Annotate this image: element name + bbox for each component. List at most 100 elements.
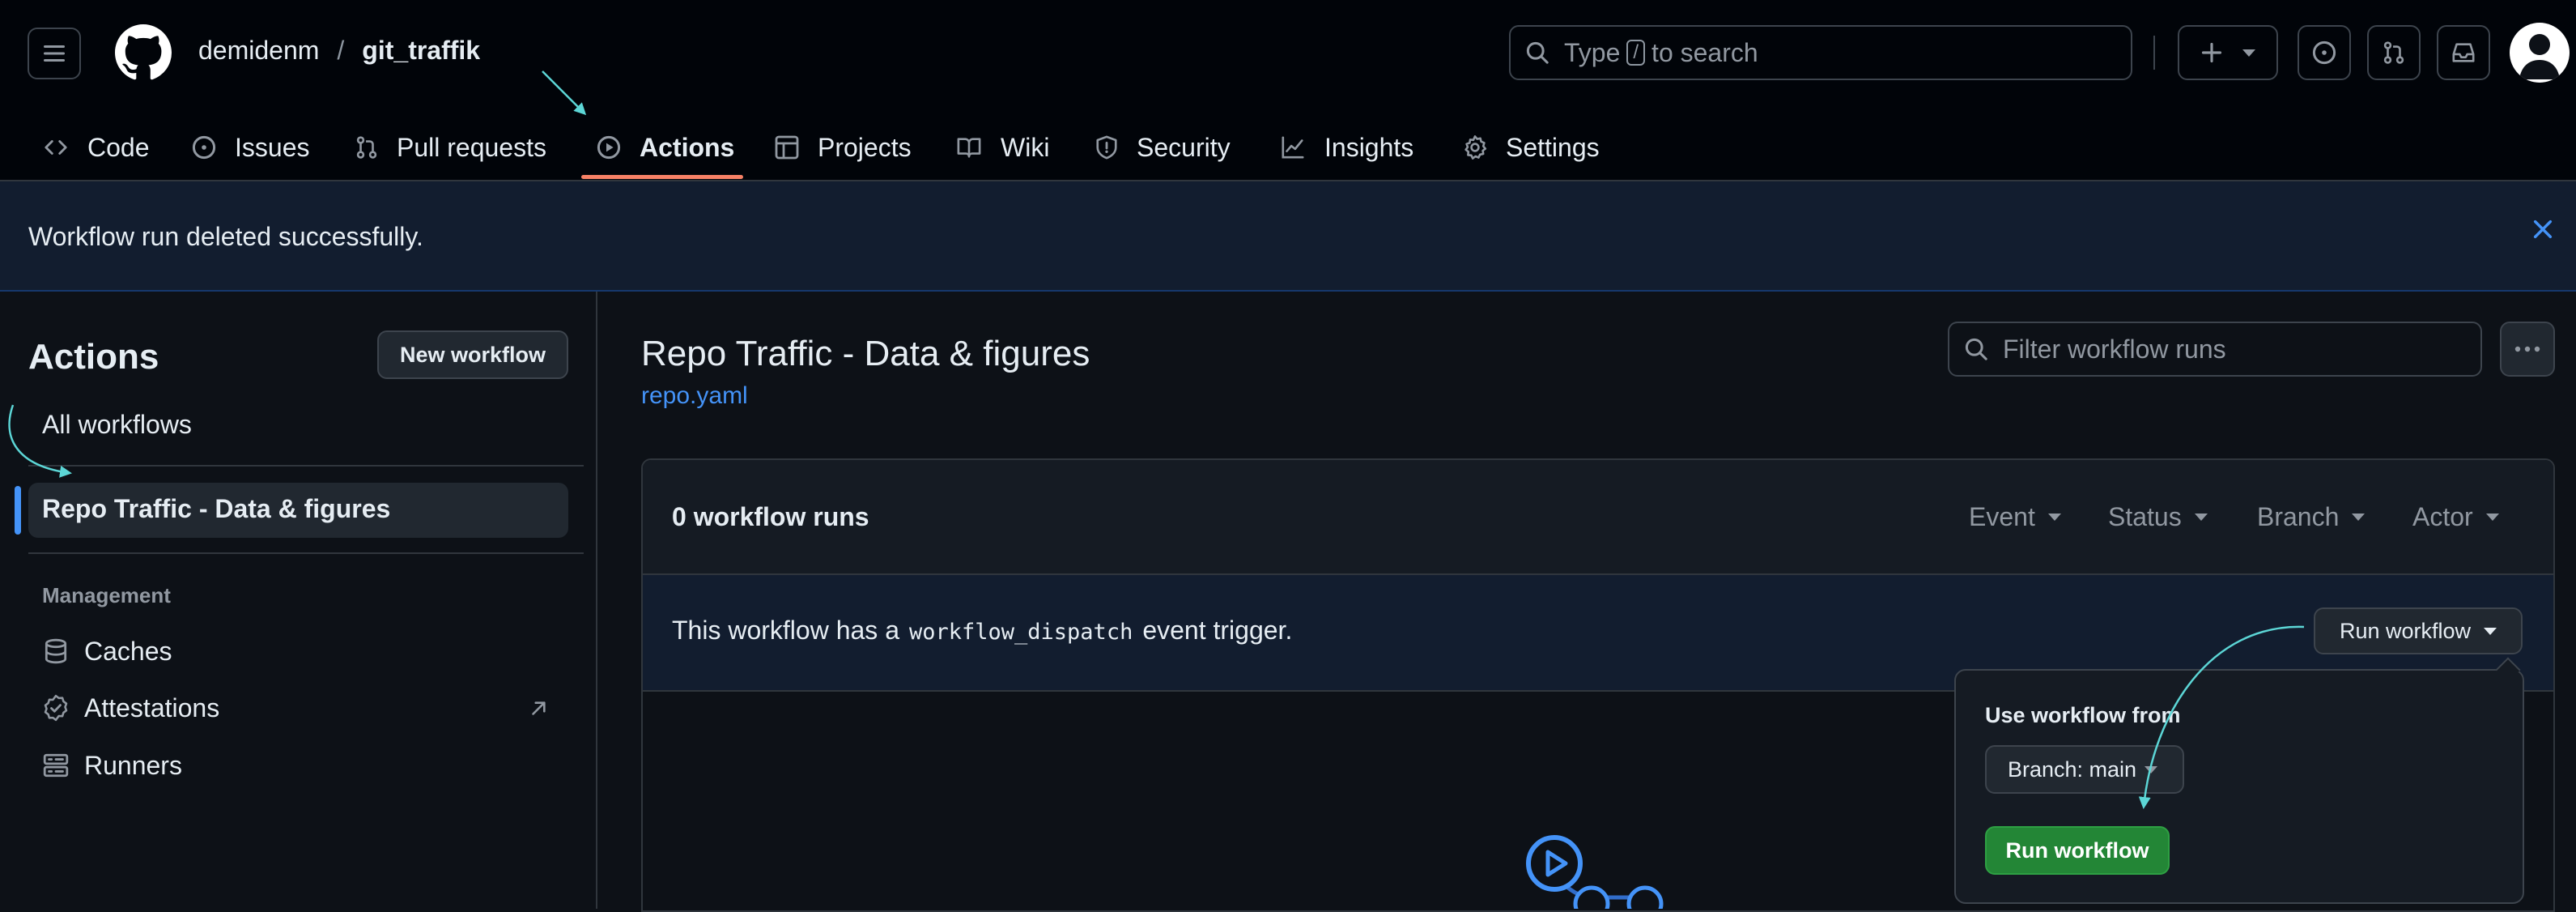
tab-label: Issues (235, 132, 310, 162)
verified-icon (44, 694, 68, 722)
chevron-down-icon (2145, 765, 2158, 773)
git-pull-request-icon (356, 136, 377, 159)
tab-settings[interactable]: Settings (1462, 113, 1600, 181)
sidebar-item-label: Caches (84, 636, 172, 666)
tab-projects[interactable]: Projects (774, 113, 912, 181)
create-new-button[interactable] (2178, 25, 2278, 80)
active-tab-underline (581, 175, 743, 179)
breadcrumb-separator: / (337, 36, 345, 65)
avatar-silhouette-icon (2519, 34, 2560, 79)
tab-label: Wiki (1001, 132, 1050, 162)
filter-label: Branch (2257, 502, 2340, 531)
tab-actions[interactable]: Actions (596, 113, 734, 181)
branch-select-button[interactable]: Branch: main (1985, 745, 2184, 794)
workflow-file-link[interactable]: repo.yaml (641, 382, 748, 410)
issue-opened-icon (2312, 40, 2336, 65)
tab-label: Code (87, 132, 150, 162)
workflow-illustration (1522, 834, 1676, 909)
workflow-title: Repo Traffic - Data & figures (641, 334, 1090, 373)
your-pull-requests-button[interactable] (2367, 25, 2421, 80)
chevron-down-icon (2194, 514, 2208, 521)
tab-insights[interactable]: Insights (1279, 113, 1413, 181)
selected-indicator (15, 486, 21, 535)
inbox-button[interactable] (2437, 25, 2490, 80)
chevron-down-icon (2485, 514, 2499, 521)
filter-actor-dropdown[interactable]: Actor (2412, 502, 2499, 532)
tab-label: Projects (818, 132, 912, 162)
graph-icon (1282, 136, 1304, 159)
link-external-icon (528, 698, 549, 719)
your-issues-button[interactable] (2298, 25, 2351, 80)
flash-message: Workflow run deleted successfully. (28, 222, 423, 251)
breadcrumb-owner[interactable]: demidenm (198, 36, 319, 66)
search-icon (1526, 41, 1549, 64)
menu-button[interactable] (28, 28, 81, 79)
sidebar-divider (28, 465, 584, 467)
table-icon (775, 135, 799, 160)
sidebar-item-caches[interactable]: Caches (42, 631, 172, 671)
inbox-icon (2452, 43, 2475, 62)
tab-label: Settings (1506, 132, 1600, 162)
filter-event-dropdown[interactable]: Event (1969, 502, 2061, 532)
dispatch-text: This workflow has a workflow_dispatch even… (672, 616, 1292, 646)
sidebar-divider (28, 552, 584, 554)
chevron-down-icon (2047, 514, 2061, 521)
filter-status-dropdown[interactable]: Status (2108, 502, 2208, 532)
tab-label: Security (1137, 132, 1231, 162)
run-workflow-popover: Use workflow from Branch: main Run workf… (1954, 669, 2524, 904)
kebab-horizontal-icon (2514, 346, 2540, 352)
more-options-button[interactable] (2500, 322, 2555, 377)
tab-issues[interactable]: Issues (191, 113, 309, 181)
close-icon (2533, 219, 2553, 239)
play-icon (597, 135, 621, 160)
tab-pull-requests[interactable]: Pull requests (355, 113, 546, 181)
filter-label: Actor (2412, 502, 2473, 531)
dispatch-code: workflow_dispatch (908, 620, 1133, 645)
tab-label: Insights (1324, 132, 1414, 162)
dispatch-prefix: This workflow has a (672, 616, 899, 645)
shield-icon (1096, 135, 1117, 160)
search-input[interactable]: Type / to search (1509, 25, 2132, 80)
hamburger-icon (44, 45, 65, 62)
tab-label: Actions (640, 132, 735, 162)
database-icon (45, 638, 67, 664)
run-workflow-dropdown-button[interactable]: Run workflow (2314, 607, 2523, 654)
runs-header: 0 workflow runs Event Status Branch Acto… (643, 460, 2553, 575)
search-suffix: to search (1651, 37, 1758, 67)
breadcrumb-repo[interactable]: git_traffik (362, 36, 480, 66)
filter-label: Event (1969, 502, 2035, 531)
filter-branch-dropdown[interactable]: Branch (2257, 502, 2366, 532)
header-divider (2153, 36, 2155, 70)
gear-icon (1464, 135, 1487, 160)
new-workflow-button[interactable]: New workflow (377, 330, 568, 379)
flash-close-button[interactable] (2531, 217, 2555, 241)
chevron-down-icon (2352, 514, 2366, 521)
github-logo-icon[interactable] (115, 24, 172, 81)
user-avatar[interactable] (2510, 23, 2570, 83)
run-workflow-label: Run workflow (2339, 618, 2472, 643)
server-icon (43, 753, 69, 778)
chevron-down-icon (2242, 49, 2255, 57)
sidebar-item-runners[interactable]: Runners (42, 745, 182, 786)
tab-security[interactable]: Security (1095, 113, 1231, 181)
runs-count: 0 workflow runs (672, 502, 869, 531)
chevron-down-icon (2484, 627, 2497, 635)
sidebar-title: Actions (28, 337, 159, 377)
sidebar-item-attestations[interactable]: Attestations (42, 688, 219, 728)
breadcrumb: demidenm / git_traffik (198, 36, 480, 66)
tab-wiki[interactable]: Wiki (955, 113, 1049, 181)
run-workflow-submit-button[interactable]: Run workflow (1985, 826, 2170, 875)
tab-code[interactable]: Code (42, 113, 150, 181)
flash-banner: Workflow run deleted successfully. (0, 181, 2576, 292)
tab-label: Pull requests (397, 132, 546, 162)
search-prefix: Type (1564, 37, 1621, 67)
sidebar-item-label: Attestations (84, 693, 220, 722)
branch-label: Branch: main (2008, 756, 2137, 782)
filter-workflow-runs-input[interactable]: Filter workflow runs (1948, 322, 2482, 377)
popover-heading: Use workflow from (1985, 703, 2181, 727)
search-icon (1965, 338, 1987, 360)
issue-opened-icon (192, 135, 216, 160)
sidebar-item-all-workflows[interactable]: All workflows (42, 410, 192, 440)
actions-sidebar: Actions New workflow All workflows Repo … (0, 292, 597, 909)
sidebar-item-label: Repo Traffic - Data & figures (42, 494, 391, 523)
